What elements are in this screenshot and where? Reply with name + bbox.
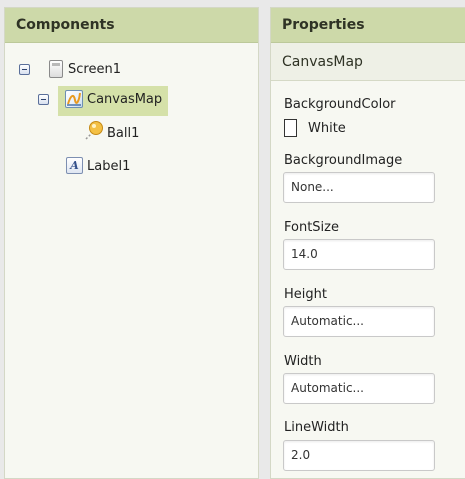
properties-header: Properties — [271, 8, 465, 43]
tree-item-label: Ball1 — [107, 126, 140, 141]
tree-item-label1[interactable]: A Label1 — [65, 153, 165, 181]
selected-component-name: CanvasMap — [271, 43, 465, 81]
background-image-field[interactable]: None... — [283, 172, 435, 203]
width-label: Width — [284, 354, 322, 369]
font-size-label: FontSize — [284, 220, 339, 235]
tree-item-ball1[interactable]: Ball1 — [83, 120, 173, 148]
collapse-icon[interactable] — [38, 94, 49, 105]
tree-item-label: Screen1 — [68, 62, 121, 77]
font-size-field[interactable]: 14.0 — [283, 239, 435, 270]
canvas-icon — [65, 90, 83, 108]
background-color-label: BackgroundColor — [284, 97, 396, 112]
background-color-value: White — [308, 120, 346, 136]
background-image-label: BackgroundImage — [284, 153, 403, 168]
height-label: Height — [284, 287, 327, 302]
components-header: Components — [5, 8, 258, 43]
height-field[interactable]: Automatic... — [283, 306, 435, 337]
tree-item-label: CanvasMap — [87, 92, 163, 107]
line-width-field[interactable]: 2.0 — [283, 440, 435, 471]
line-width-label: LineWidth — [284, 420, 349, 435]
tree-item-label: Label1 — [87, 159, 131, 174]
collapse-icon[interactable] — [19, 64, 30, 75]
width-field[interactable]: Automatic... — [283, 373, 435, 404]
color-swatch[interactable] — [284, 119, 297, 137]
app-inventor-designer: Components Screen1 CanvasMap Ball1 A Lab… — [0, 0, 465, 479]
properties-panel: Properties CanvasMap BackgroundColor Whi… — [270, 7, 465, 479]
screen-icon — [49, 60, 63, 78]
background-color-picker[interactable]: White — [284, 119, 346, 137]
ball-icon — [83, 120, 105, 142]
components-panel: Components Screen1 CanvasMap Ball1 A Lab… — [4, 7, 259, 479]
tree-item-screen1[interactable]: Screen1 — [19, 56, 159, 84]
label-icon: A — [66, 157, 83, 174]
tree-item-canvasmap[interactable]: CanvasMap — [38, 86, 172, 116]
